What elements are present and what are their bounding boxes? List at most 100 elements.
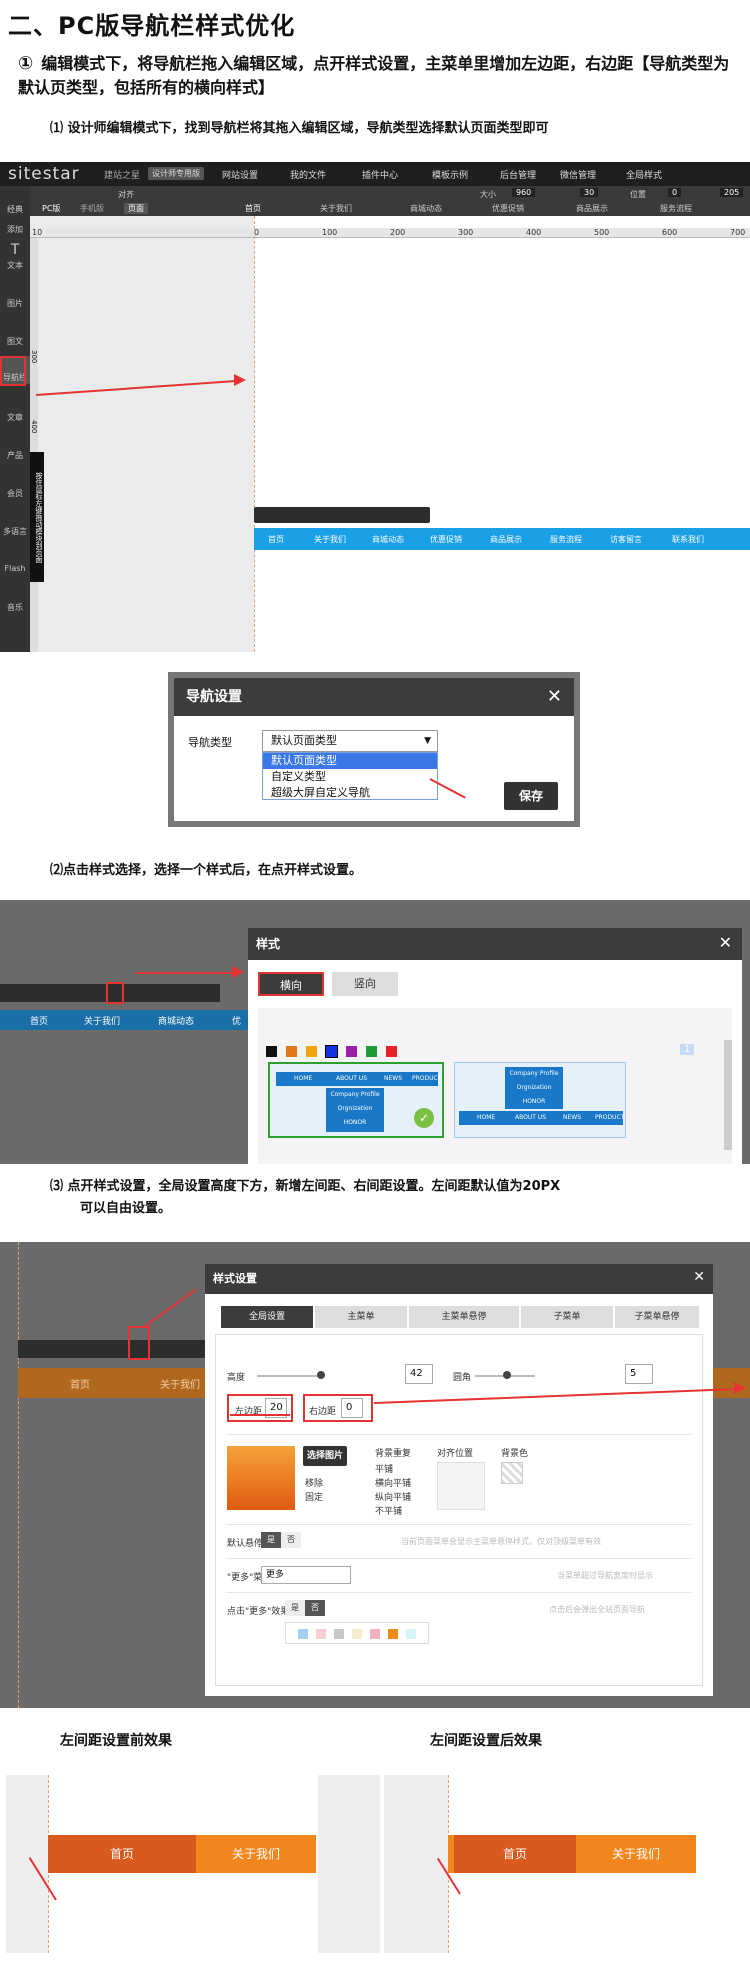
menu-my-files[interactable]: 我的文件: [290, 168, 326, 181]
bgcolor-picker[interactable]: [501, 1462, 523, 1484]
palette-swatch[interactable]: [334, 1629, 344, 1639]
menu-site-settings[interactable]: 网站设置: [222, 168, 258, 181]
option-default-page[interactable]: 默认页面类型: [263, 753, 437, 769]
nav-item[interactable]: 优惠促销: [430, 534, 462, 545]
page-number: 1: [680, 1044, 695, 1055]
menu-plugins[interactable]: 插件中心: [362, 168, 398, 181]
sidebar-item-product[interactable]: 产品: [0, 450, 30, 461]
close-icon[interactable]: ✕: [693, 1269, 705, 1285]
height-slider-handle[interactable]: [317, 1371, 325, 1379]
save-button[interactable]: 保存: [504, 782, 558, 810]
nav-item[interactable]: 商品展示: [490, 534, 522, 545]
sidebar-item-member[interactable]: 会员: [0, 488, 30, 499]
toggle-yes[interactable]: 是: [261, 1532, 281, 1548]
scrollbar[interactable]: [724, 1040, 732, 1150]
sidebar-item-article[interactable]: 文章: [0, 412, 30, 423]
palette-swatch[interactable]: [406, 1629, 416, 1639]
color-swatch[interactable]: [386, 1046, 397, 1057]
color-swatch[interactable]: [306, 1046, 317, 1057]
page-tab-service[interactable]: 服务流程: [660, 203, 692, 214]
tab-submenu[interactable]: 子菜单: [521, 1306, 613, 1328]
tab-vertical[interactable]: 竖向: [332, 972, 398, 996]
nav-item[interactable]: 联系我们: [672, 534, 704, 545]
remove-option[interactable]: 移除: [305, 1476, 323, 1489]
nav-item: 关于我们: [160, 1380, 200, 1391]
editor-canvas-margin: [30, 216, 254, 652]
right-margin-input[interactable]: 0: [341, 1398, 363, 1418]
x-input[interactable]: 0: [668, 188, 682, 197]
color-swatch[interactable]: [266, 1046, 277, 1057]
palette-swatch[interactable]: [352, 1629, 362, 1639]
page-name[interactable]: 首页: [245, 203, 261, 214]
sidebar-item-classic[interactable]: 经典: [0, 204, 30, 215]
annotation-arrow-line: [143, 1288, 197, 1328]
width-input[interactable]: 960: [512, 188, 536, 197]
close-icon[interactable]: ✕: [547, 686, 562, 707]
page-tab-news[interactable]: 商城动态: [410, 203, 442, 214]
nav-item[interactable]: 关于我们: [314, 534, 346, 545]
nav-item[interactable]: 访客留言: [610, 534, 642, 545]
sidebar-item-music[interactable]: 音乐: [0, 602, 30, 613]
repeat-option[interactable]: 不平铺: [375, 1504, 402, 1517]
option-custom[interactable]: 自定义类型: [263, 769, 437, 785]
palette-swatch[interactable]: [370, 1629, 380, 1639]
menu-global-style[interactable]: 全局样式: [626, 168, 662, 181]
color-swatch[interactable]: [346, 1046, 357, 1057]
preview-item: ABOUT US: [336, 1075, 368, 1082]
repeat-option[interactable]: 平铺: [375, 1462, 393, 1475]
page-tab-products[interactable]: 商品展示: [576, 203, 608, 214]
sidebar-item-image[interactable]: 图片: [0, 298, 30, 309]
module-floating-toolbar[interactable]: [254, 507, 430, 523]
nav-item[interactable]: 商城动态: [372, 534, 404, 545]
choose-image-button[interactable]: 选择图片: [303, 1446, 347, 1466]
tab-horizontal[interactable]: 横向: [258, 972, 324, 996]
sidebar-item-text[interactable]: 文本: [0, 260, 30, 271]
repeat-option[interactable]: 纵向平铺: [375, 1490, 411, 1503]
sidebar-item-imagetext[interactable]: 图文: [0, 336, 30, 347]
style-option-selected[interactable]: HOME ABOUT US NEWS PRODUCT Company Profi…: [268, 1062, 444, 1138]
sidebar-item-add[interactable]: 添加: [0, 224, 30, 235]
navbar-module[interactable]: 首页 关于我们 商城动态 优惠促销 商品展示 服务流程 访客留言 联系我们: [254, 528, 750, 550]
page-tab-promo[interactable]: 优惠促销: [492, 203, 524, 214]
style-option[interactable]: Company Profile Orgnization HONOR HOME A…: [454, 1062, 626, 1138]
tab-main-menu[interactable]: 主菜单: [315, 1306, 407, 1328]
close-icon[interactable]: ✕: [719, 933, 732, 952]
sidebar-item-flash[interactable]: Flash: [0, 564, 30, 573]
mobile-mode-tab[interactable]: 手机版: [80, 203, 104, 214]
color-swatch[interactable]: [366, 1046, 377, 1057]
menu-wechat[interactable]: 微信管理: [560, 168, 596, 181]
height-input[interactable]: 42: [405, 1364, 433, 1384]
toggle-no[interactable]: 否: [281, 1532, 301, 1548]
tab-main-menu-hover[interactable]: 主菜单悬停: [409, 1306, 519, 1328]
toggle-yes[interactable]: 是: [285, 1600, 305, 1616]
module-floating-toolbar[interactable]: [18, 1340, 212, 1358]
page-tab[interactable]: 页面: [124, 203, 148, 214]
nav-item[interactable]: 服务流程: [550, 534, 582, 545]
toggle-no[interactable]: 否: [305, 1600, 325, 1616]
tab-global[interactable]: 全局设置: [221, 1306, 313, 1328]
color-swatch[interactable]: [286, 1046, 297, 1057]
pc-mode-tab[interactable]: PC版: [42, 203, 60, 214]
height-input[interactable]: 30: [580, 188, 599, 197]
align-grid[interactable]: [437, 1462, 485, 1510]
radius-slider-handle[interactable]: [503, 1371, 511, 1379]
palette-swatch[interactable]: [388, 1629, 398, 1639]
palette-swatch[interactable]: [298, 1629, 308, 1639]
fixed-option[interactable]: 固定: [305, 1490, 323, 1503]
nav-item[interactable]: 首页: [268, 534, 284, 545]
height-slider-track[interactable]: [257, 1375, 321, 1377]
menu-templates[interactable]: 模板示例: [432, 168, 468, 181]
more-menu-input[interactable]: 更多: [261, 1566, 351, 1584]
annotation-arrow-line: [136, 972, 236, 974]
radius-input[interactable]: 5: [625, 1364, 653, 1384]
color-swatch[interactable]: [325, 1045, 338, 1058]
nav-type-select[interactable]: 默认页面类型 ▼: [262, 730, 438, 752]
palette-swatch[interactable]: [316, 1629, 326, 1639]
y-input[interactable]: 205: [720, 188, 744, 197]
menu-admin[interactable]: 后台管理: [500, 168, 536, 181]
tab-submenu-hover[interactable]: 子菜单悬停: [615, 1306, 699, 1328]
page-tab-about[interactable]: 关于我们: [320, 203, 352, 214]
sidebar-item-language[interactable]: 多语言: [0, 526, 30, 537]
option-bigscreen-custom[interactable]: 超级大屏自定义导航: [263, 785, 437, 801]
repeat-option[interactable]: 横向平铺: [375, 1476, 411, 1489]
